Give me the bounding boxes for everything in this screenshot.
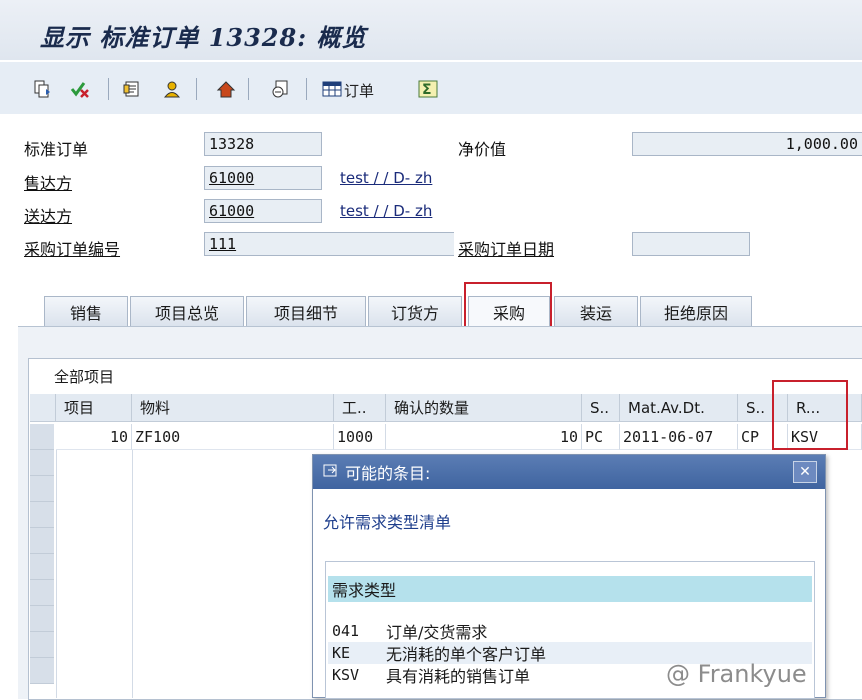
list-item-code: KSV: [332, 666, 360, 684]
toolbar-separator: [248, 78, 249, 100]
page-title: 显示 标准订单 13328: 概览: [40, 23, 367, 52]
row-selector[interactable]: [30, 476, 54, 502]
row-selector[interactable]: [30, 502, 54, 528]
cell-item[interactable]: 10: [56, 424, 132, 450]
net-value-field[interactable]: 1,000.00: [632, 132, 862, 156]
po-number-field[interactable]: 111: [204, 232, 454, 256]
list-item-code: KE: [332, 644, 351, 662]
display-document-icon[interactable]: [268, 78, 292, 100]
list-item-text: 具有消耗的销售订单: [386, 667, 531, 686]
col-material[interactable]: 物料: [132, 394, 334, 422]
tab-ordering-party[interactable]: 订货方: [368, 296, 462, 326]
table-caption: 全部项目: [54, 368, 115, 386]
cell-material[interactable]: ZF100: [132, 424, 334, 450]
std-order-field[interactable]: 13328: [204, 132, 322, 156]
select-all-header[interactable]: [30, 394, 56, 422]
title-bar: 显示 标准订单 13328: 概览: [0, 0, 862, 60]
sold-to-name[interactable]: test / / D- zh: [340, 169, 432, 187]
cell-plant[interactable]: 1000: [334, 424, 386, 450]
col-item[interactable]: 项目: [56, 394, 132, 422]
svg-text:Σ: Σ: [422, 82, 432, 98]
po-date-label[interactable]: 采购订单日期: [458, 236, 554, 260]
toolbar-separator: [196, 78, 197, 100]
house-icon[interactable]: [214, 78, 238, 100]
tab-reason-for-rejection[interactable]: 拒绝原因: [640, 296, 752, 326]
cell-sales-unit[interactable]: PC: [582, 424, 620, 450]
list-header: 需求类型: [328, 576, 812, 602]
ship-to-label[interactable]: 送达方: [24, 203, 72, 227]
po-number-label[interactable]: 采购订单编号: [24, 236, 120, 260]
dialog-title: 可能的条目:: [345, 464, 431, 483]
cell-item-category[interactable]: CP: [738, 424, 788, 450]
row-selector[interactable]: [30, 450, 54, 476]
col-material-availability-date[interactable]: Mat.Av.Dt.: [620, 394, 738, 422]
check-delete-icon[interactable]: [68, 78, 92, 100]
col-confirmed-qty[interactable]: 确认的数量: [386, 394, 582, 422]
tab-procurement[interactable]: 采购: [468, 296, 550, 326]
row-selector[interactable]: [30, 632, 54, 658]
table-icon[interactable]: [320, 78, 344, 100]
sold-to-field[interactable]: 61000: [204, 166, 322, 190]
col-item-category[interactable]: S..: [738, 394, 788, 422]
grid-line: [132, 450, 133, 698]
net-value-label: 净价值: [458, 140, 507, 159]
col-sales-unit[interactable]: S..: [582, 394, 620, 422]
list-item[interactable]: 041 订单/交货需求: [328, 620, 812, 642]
tab-item-detail[interactable]: 项目细节: [246, 296, 366, 326]
copy-document-icon[interactable]: [30, 78, 54, 100]
sold-to-label[interactable]: 售达方: [24, 170, 72, 194]
po-date-field[interactable]: [632, 232, 750, 256]
std-order-label: 标准订单: [24, 140, 89, 159]
cell-requirement-type[interactable]: KSV: [788, 424, 862, 450]
dialog-titlebar[interactable]: 可能的条目:: [313, 455, 825, 489]
tab-sales[interactable]: 销售: [44, 296, 128, 326]
row-selector[interactable]: [30, 528, 54, 554]
tab-item-overview[interactable]: 项目总览: [130, 296, 244, 326]
list-item-text: 无消耗的单个客户订单: [386, 645, 547, 664]
document-list-icon[interactable]: [120, 78, 144, 100]
watermark: @ Frankyue: [666, 660, 807, 688]
order-toolbar-label[interactable]: 订单: [344, 80, 374, 101]
list-item-code: 041: [332, 622, 360, 640]
dialog-icon: [323, 463, 339, 482]
row-selector[interactable]: [30, 606, 54, 632]
cell-material-availability-date[interactable]: 2011-06-07: [620, 424, 738, 450]
cell-confirmed-qty[interactable]: 10: [386, 424, 582, 450]
grid-line: [56, 450, 57, 698]
row-selector[interactable]: [30, 554, 54, 580]
sum-icon[interactable]: Σ: [416, 78, 440, 100]
close-icon[interactable]: ✕: [793, 461, 817, 483]
toolbar-separator: [108, 78, 109, 100]
dialog-subtitle: 允许需求类型清单: [323, 513, 452, 532]
ship-to-name[interactable]: test / / D- zh: [340, 202, 432, 220]
row-selector[interactable]: [30, 658, 54, 684]
row-selector[interactable]: [30, 580, 54, 606]
tab-shipping[interactable]: 装运: [554, 296, 638, 326]
row-selector[interactable]: [30, 424, 54, 450]
ship-to-field[interactable]: 61000: [204, 199, 322, 223]
col-plant[interactable]: 工..: [334, 394, 386, 422]
toolbar-separator: [306, 78, 307, 100]
list-item-text: 订单/交货需求: [386, 623, 488, 642]
col-requirement-type[interactable]: R...: [788, 394, 862, 422]
person-icon[interactable]: [160, 78, 184, 100]
